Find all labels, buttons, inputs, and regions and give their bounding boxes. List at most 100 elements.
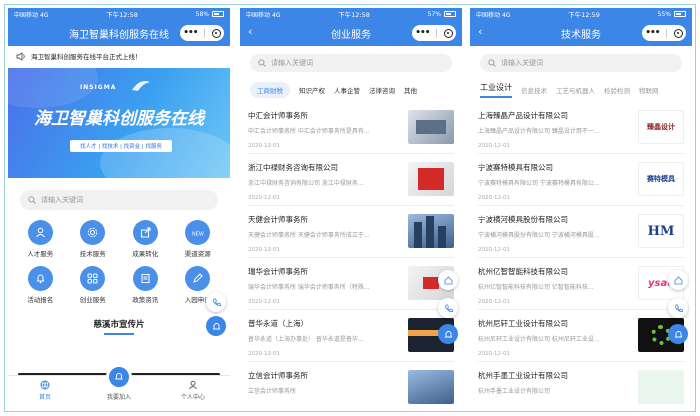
category-tab[interactable]: 其他 (404, 85, 417, 95)
tab-label: 首页 (38, 394, 51, 401)
home-fab[interactable] (668, 270, 688, 290)
item-title: 杭州手墨工业设计有限公司 (478, 371, 568, 380)
close-target-icon[interactable] (673, 28, 683, 38)
tab-home[interactable]: 首页 (15, 380, 75, 401)
back-icon[interactable]: ‹ (248, 25, 252, 38)
grid-label: 渠道资源 (184, 250, 211, 258)
item-desc: 瑞华会计师事务所 瑞华会计师事务所（特殊... (248, 284, 370, 291)
promo-section-title: 慈溪市宣传片 (93, 320, 145, 330)
search-icon (488, 59, 496, 67)
list-item[interactable]: 瑞华会计师事务所 瑞华会计师事务所 瑞华会计师事务所（特殊... 2020-12-0… (248, 258, 454, 310)
grid-label: 技术服务 (79, 250, 106, 258)
search-placeholder: 请输入关键词 (41, 196, 83, 204)
item-date: 2020-12-01 (478, 351, 510, 357)
home-fab[interactable] (438, 270, 458, 290)
hero-banner[interactable]: INSIGMA 海卫智巢科创服务在线 找人才 | 找技术 | 找资金 | 找服务 (8, 68, 230, 178)
category-tab[interactable]: 物联网 (639, 85, 659, 95)
grid-item-channel[interactable]: NEW 渠道资源 (172, 220, 225, 258)
list-item[interactable]: 宁波赛特模具有限公司 宁波赛特模具有限公司 宁波赛特模具有限公... 2020-12… (478, 154, 684, 206)
notice-bar[interactable]: 海卫智巢科创服务在线平台正式上线！ (8, 46, 230, 66)
category-tab[interactable]: 工业设计 (480, 82, 512, 98)
promo-underline (104, 333, 134, 335)
item-date: 2020-12-01 (248, 143, 280, 149)
tab-profile[interactable]: 个人中心 (163, 380, 223, 401)
service-fab[interactable] (206, 316, 226, 336)
service-fab[interactable] (438, 324, 458, 344)
phone-fab[interactable] (438, 298, 458, 318)
item-desc: 普华永道（上海办事处） 普华永道是普华... (248, 336, 364, 343)
list-item[interactable]: 宁波横河模具股份有限公司 宁波横河模具股份有限公司 宁波横河模具股... 2020-… (478, 206, 684, 258)
battery-percent: 55% (657, 10, 671, 18)
category-tab[interactable]: 知识产权 (299, 85, 325, 95)
grid-item-event[interactable]: 活动报名 (14, 266, 67, 304)
list-item[interactable]: 杭州尼轩工业设计有限公司 杭州尼轩工业设计有限公司 杭州尼轩工业设... 2020-… (478, 310, 684, 362)
category-tab[interactable]: 工商财税 (250, 82, 290, 98)
battery-icon (673, 11, 686, 17)
grid-item-startup[interactable]: 创业服务 (67, 266, 120, 304)
back-icon[interactable]: ‹ (478, 25, 482, 38)
more-icon[interactable]: ••• (183, 28, 198, 38)
globe-icon (40, 380, 50, 390)
search-icon (258, 59, 266, 67)
logo-text: 臻晶设计 (647, 123, 675, 131)
service-fab[interactable] (668, 324, 688, 344)
battery-percent: 58% (195, 10, 209, 18)
more-icon[interactable]: ••• (645, 28, 660, 38)
more-icon[interactable]: ••• (415, 28, 430, 38)
item-title: 浙江中禄财务咨询有限公司 (248, 163, 338, 172)
channel-icon: NEW (185, 220, 211, 245)
list-item[interactable]: 杭州手墨工业设计有限公司 杭州手墨工业设计有限公司 (478, 362, 684, 405)
category-tab[interactable]: 法律咨询 (369, 85, 395, 95)
home-icon (444, 275, 452, 284)
phone-fab[interactable] (668, 298, 688, 318)
category-tab[interactable]: 检验检测 (604, 85, 630, 95)
pencil-icon (185, 266, 211, 291)
carrier: 中国移动 (14, 11, 39, 19)
phone-fab[interactable] (206, 292, 226, 312)
clock: 下午12:59 (568, 11, 600, 19)
network: 4G (39, 11, 49, 19)
apps-icon (80, 266, 106, 291)
category-tab[interactable]: 信息技术 (521, 85, 547, 95)
category-tab[interactable]: 人事企管 (334, 85, 360, 95)
home-icon (674, 275, 682, 284)
network: 4G (271, 11, 281, 19)
grid-item-policy[interactable]: 政策资讯 (119, 266, 172, 304)
tab-join[interactable]: 我要加入 (89, 364, 149, 401)
grid-item-tech[interactable]: 技术服务 (67, 220, 120, 258)
item-desc: 杭州手墨工业设计有限公司 (478, 388, 551, 395)
search-input[interactable]: 请输入关键词 (250, 54, 452, 72)
category-tab[interactable]: 工艺与机器人 (556, 85, 595, 95)
carrier: 中国移动 (476, 11, 501, 19)
list-item[interactable]: 立信会计师事务所 立信会计师事务所 (248, 362, 454, 405)
list-item[interactable]: 浙江中禄财务咨询有限公司 浙江中禄财务咨询有限公司 浙江中禄财务... 2020-1… (248, 154, 454, 206)
navbar: ‹ 技术服务 ••• (470, 20, 692, 46)
miniprogram-capsule[interactable]: ••• (412, 25, 456, 41)
phone-startup-services: 中国移动 4G 下午12:58 57% ‹ 创业服务 ••• 请输入关键词 工商… (240, 8, 462, 405)
close-target-icon[interactable] (443, 28, 453, 38)
miniprogram-capsule[interactable]: ••• (180, 25, 224, 41)
item-desc: 上海臻晶产品设计有限公司 臻晶设计用不一... (478, 128, 600, 135)
list-item[interactable]: 杭州亿智智能科技有限公司 杭州亿智智能科技有限公司 亿智智能科技... 2020-1… (478, 258, 684, 310)
item-date: 2020-12-01 (248, 247, 280, 253)
category-tabs: 工业设计 信息技术 工艺与机器人 检验检测 物联网 (470, 72, 692, 102)
category-tabs: 工商财税 知识产权 人事企管 法律咨询 其他 (240, 72, 462, 102)
grid-item-talent[interactable]: 人才服务 (14, 220, 67, 258)
battery-icon (443, 11, 456, 17)
list-item[interactable]: 上海臻晶产品设计有限公司 上海臻晶产品设计有限公司 臻晶设计用不一... 2020-… (478, 102, 684, 154)
miniprogram-capsule[interactable]: ••• (642, 25, 686, 41)
provider-list: 上海臻晶产品设计有限公司上海臻晶产品设计有限公司 臻晶设计用不一... 2020-… (470, 102, 692, 405)
grid-item-transfer[interactable]: 成果转化 (119, 220, 172, 258)
search-input[interactable]: 请输入关键词 (480, 54, 682, 72)
list-item[interactable]: 中汇会计师事务所 中汇会计师事务所 中汇会计师事务所是具有... 2020-12-0… (248, 102, 454, 154)
status-bar: 中国移动 4G 下午12:58 57% (240, 8, 462, 20)
item-title: 上海臻晶产品设计有限公司 (478, 111, 568, 120)
search-input[interactable]: 请输入关键词 (20, 190, 218, 210)
banner-tagline: 找人才 | 找技术 | 找资金 | 找服务 (70, 140, 172, 152)
item-title: 杭州尼轩工业设计有限公司 (478, 319, 568, 328)
list-item[interactable]: 天健会计师事务所 天健会计师事务所 天健会计师事务所成立于... 2020-12-0… (248, 206, 454, 258)
status-bar: 中国移动 4G 下午12:58 58% (8, 8, 230, 20)
close-target-icon[interactable] (211, 28, 221, 38)
bell-icon (444, 330, 452, 337)
list-item[interactable]: 普华永道（上海） 普华永道（上海办事处） 普华永道是普华... 2020-12-01 (248, 310, 454, 362)
